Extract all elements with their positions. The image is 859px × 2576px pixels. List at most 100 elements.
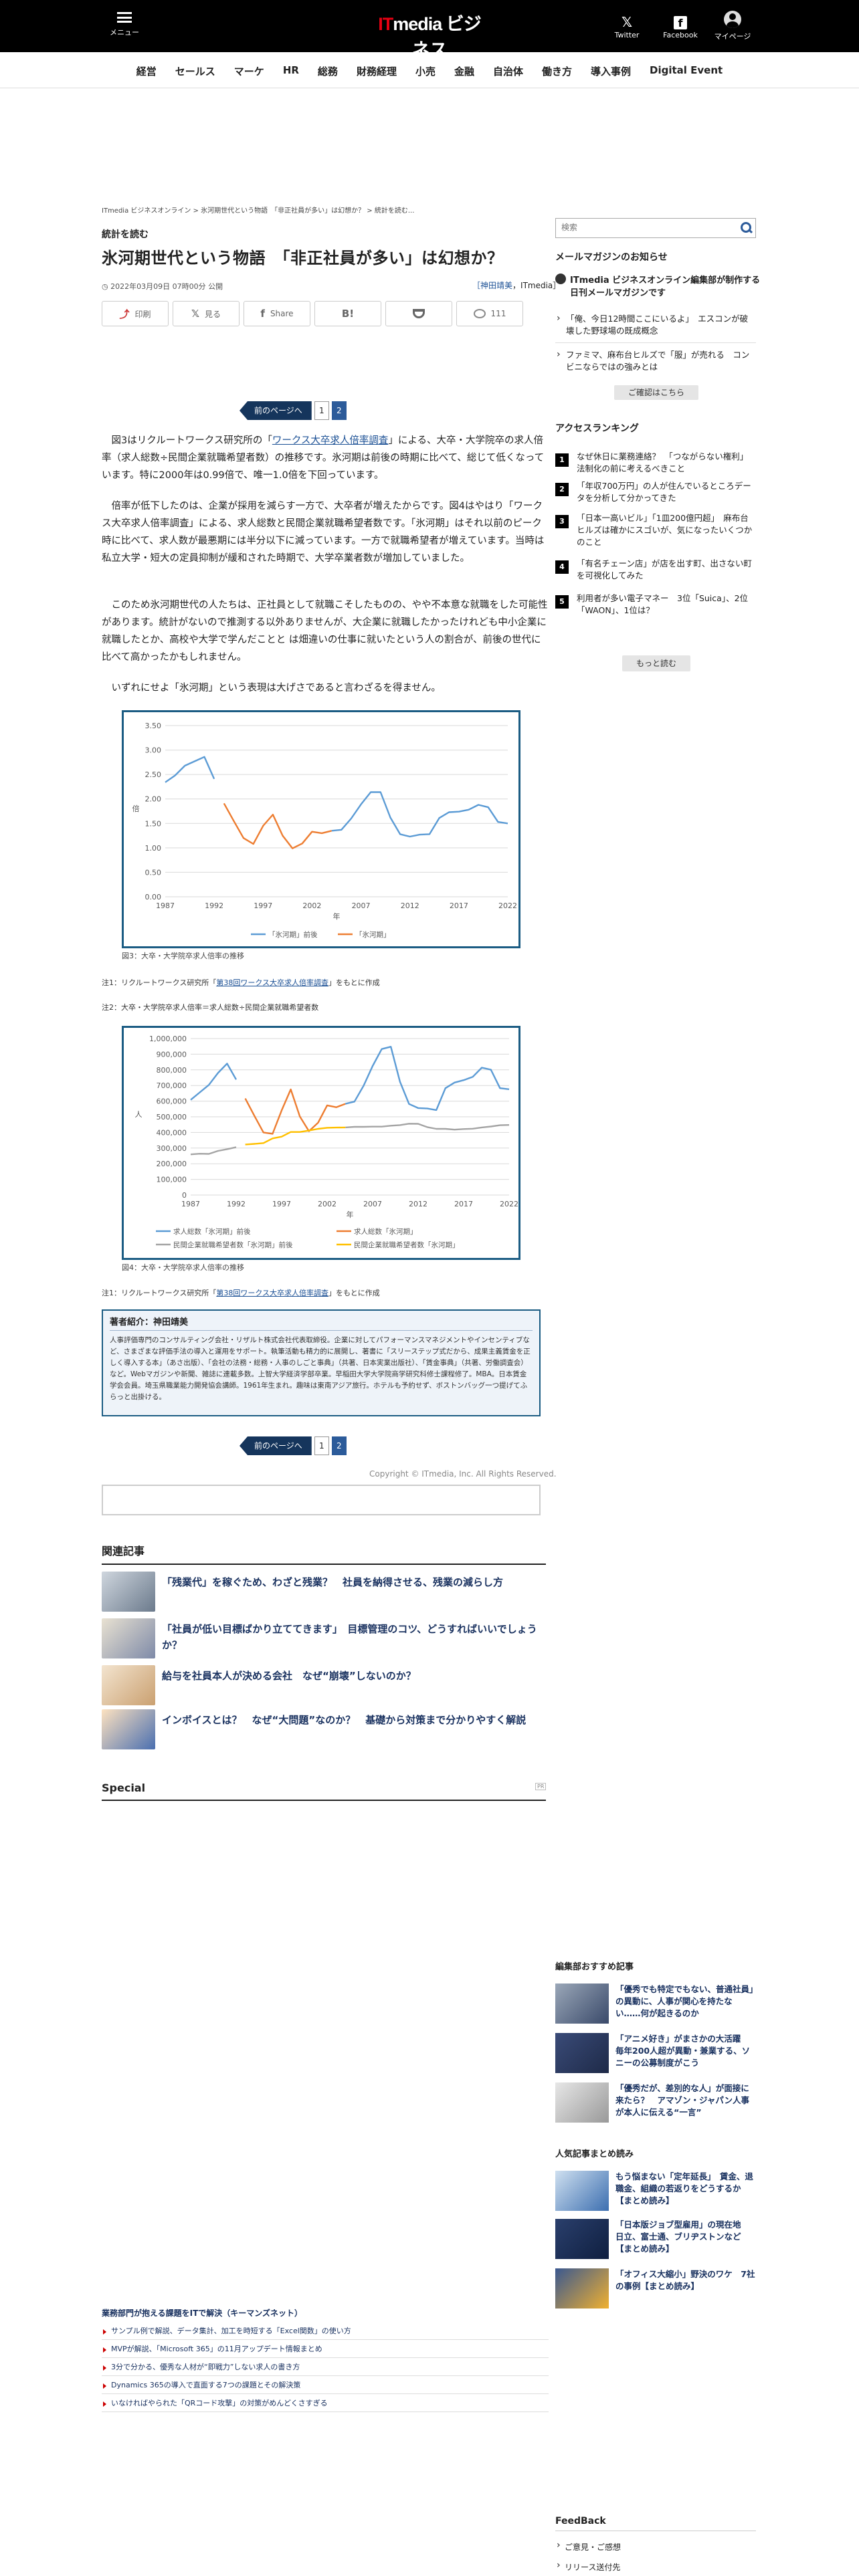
popular-thumbnail — [555, 2219, 609, 2259]
x-axis-label: 年 — [347, 1210, 354, 1219]
biz-item-3[interactable]: 3分で分かる、優秀な人材が“即戦力”しない求人の書き方 — [102, 2358, 549, 2376]
ranking-item-1[interactable]: 1 なぜ休日に業務連絡？ 「つながらない権利」法制化の前に考えるべきこと — [555, 451, 756, 481]
mail-logo-icon — [555, 274, 566, 284]
popular-item-3[interactable]: 「オフィス大縮小」野決のワケ 7社の事例【まとめ読み】 — [555, 2268, 756, 2310]
search-icon[interactable] — [741, 222, 751, 233]
hamburger-icon — [117, 12, 132, 23]
more-button[interactable]: もっと読む — [622, 655, 690, 671]
category-8[interactable]: 自治体 — [484, 64, 533, 78]
x-tick-label: 1997 — [254, 901, 272, 910]
pocket-icon — [413, 309, 425, 318]
category-4[interactable]: 総務 — [308, 64, 347, 78]
author-profile-body: 人事評価専門のコンサルティング会社・リザルト株式会社代表取締役。企業に対してパフ… — [110, 1336, 531, 1401]
related-article-3[interactable]: 給与を社員本人が決める会社 なぜ“崩壊”しないのか？ — [102, 1665, 546, 1707]
y-tick-label: 0 — [182, 1191, 187, 1200]
mail-confirm-button[interactable]: ご確認はこちら — [614, 385, 698, 400]
author-link[interactable]: ［神田靖美 — [472, 281, 512, 290]
series-line-3-0 — [245, 1126, 346, 1146]
x-tick-label: 2012 — [409, 1200, 427, 1208]
search-input[interactable] — [556, 219, 730, 236]
survey-link[interactable]: ワークス大卒求人倍率調査 — [272, 435, 389, 446]
editor-thumbnail — [555, 2033, 609, 2073]
biz-list: サンプル例で解説、データ集計、加工を時短する「Excel関数」の使い方 MVPが解… — [102, 2322, 549, 2412]
biz-item-4[interactable]: Dynamics 365の導入で直面する7つの課題とその解決策 — [102, 2376, 549, 2394]
mail-item-2[interactable]: ファミマ、麻布台ヒルズで「服」が売れる コンビニならではの強みとは — [555, 348, 756, 373]
tweet-button[interactable]: 𝕏 見る — [173, 301, 240, 326]
breadcrumb[interactable]: ITmedia ビジネスオンライン > 氷河期世代という物語 「非正社員が多い」… — [102, 205, 414, 215]
feedback-link-opinion[interactable]: ご意見・ご感想 — [555, 2540, 621, 2553]
editor-pick-3[interactable]: 「優秀だが、差別的な人」が面接に来たら？ アマゾン・ジャパン人事が本人に伝える“… — [555, 2082, 756, 2124]
figure-4: 0 100,000 200,000 300,000 400,000 500,000 600,… — [122, 1026, 520, 1260]
category-0[interactable]: 経営 — [127, 64, 166, 78]
print-button[interactable]: ⤴ 印刷 — [102, 301, 169, 326]
y-tick-label: 400,000 — [157, 1128, 187, 1137]
ranking-item-2[interactable]: 2 「年収700万円」の人が住んでいるところデータを分析して分かってきた — [555, 480, 756, 511]
ranking-title: 「年収700万円」の人が住んでいるところデータを分析して分かってきた — [577, 481, 751, 503]
popular-thumbnail — [555, 2268, 609, 2309]
ranking-item-5[interactable]: 5 利用者が多い電子マネー 3位「Suica」、2位「WAON」、1位は？ — [555, 593, 756, 623]
category-11[interactable]: Digital Event — [640, 64, 732, 78]
related-article-1[interactable]: 「残業代」を稼ぐため、わざと残業？ 社員を納得させる、残業の減らし方 — [102, 1572, 546, 1613]
note-3-link[interactable]: 第38回ワークス大卒求人倍率調査 — [216, 1289, 328, 1297]
ad-slot[interactable] — [102, 1485, 541, 1515]
figure-3: 0.00 0.50 1.00 1.50 2.00 2.50 3.00 3.50 1987 1992… — [122, 710, 520, 948]
popular-item-1[interactable]: もう悩まない「定年延長」 賃金、退職金、組織の若返りをどうするか【まとめ読み】 — [555, 2171, 756, 2212]
paragraph-1: 図3はリクルートワークス研究所の「ワークス大卒求人倍率調査」による、大卒・大学院… — [102, 432, 549, 484]
article-series[interactable]: 統計を読む — [102, 227, 149, 241]
mail-title[interactable]: ITmedia ビジネスオンライン編集部が制作する日刊メールマガジンです — [570, 274, 761, 300]
twitter-link[interactable]: 𝕏 Twitter — [603, 13, 650, 39]
biz-item-1[interactable]: サンプル例で解説、データ集計、加工を時短する「Excel関数」の使い方 — [102, 2322, 549, 2340]
related-article-4[interactable]: インボイスとは？ なぜ“大問題”なのか？ 基礎から対策まで分かりやすく解説 — [102, 1709, 546, 1751]
category-nav: 経営 セールス マーケ HR 総務 財務経理 小売 金融 自治体 働き方 導入事例 Digital E… — [0, 52, 859, 88]
prev-page-button[interactable]: 前のページへ — [240, 401, 312, 420]
editor-pick-1[interactable]: 「優秀でも特定でもない、普通社員」の異動に、人事が関心を持たない……何が起きるの… — [555, 1983, 756, 2025]
popular-item-2[interactable]: 「日本版ジョブ型雇用」の現在地 日立、富士通、ブリヂストンなど【まとめ読み】 — [555, 2219, 756, 2260]
ranking-item-3[interactable]: 3 「日本一高いビル」「1皿200億円超」 麻布台ヒルズは確かにスゴいが、気になっ… — [555, 512, 756, 547]
category-5[interactable]: 財務経理 — [347, 64, 406, 78]
byline: ［神田靖美，ITmedia］ — [472, 280, 561, 291]
prev-page-button[interactable]: 前のページへ — [240, 1436, 312, 1455]
pocket-button[interactable] — [385, 301, 452, 326]
related-title: 給与を社員本人が決める会社 なぜ“崩壊”しないのか？ — [162, 1670, 416, 1682]
page-1-link[interactable]: 1 — [314, 401, 329, 420]
category-6[interactable]: 小売 — [406, 64, 445, 78]
category-3[interactable]: HR — [274, 64, 308, 78]
note-1-a: 注1：リクルートワークス研究所「 — [102, 978, 217, 987]
pr-badge: PR — [535, 1783, 547, 1790]
y-tick-label: 700,000 — [157, 1081, 187, 1090]
series-line-0-1 — [345, 1046, 510, 1111]
p1-text-a: 図3はリクルートワークス研究所の「 — [111, 435, 272, 446]
x-tick-label: 2017 — [450, 901, 468, 910]
y-tick-label: 2.00 — [145, 795, 162, 804]
editor-pick-2[interactable]: 「アニメ好き」がまさかの大活躍 毎年200人超が異動・兼業する、ソニーの公募制度… — [555, 2033, 756, 2074]
menu-button[interactable]: メニュー — [107, 12, 142, 37]
editor-heading: 編集部おすすめ記事 — [555, 1962, 634, 1972]
category-1[interactable]: セールス — [166, 64, 225, 78]
related-article-2[interactable]: 「社員が低い目標ばかり立ててきます」 目標管理のコツ、どうすればいいでしょうか？ — [102, 1618, 546, 1660]
author-profile-heading: 著者紹介：神田靖美 — [110, 1315, 533, 1331]
note-1-link[interactable]: 第38回ワークス大卒求人倍率調査 — [216, 978, 328, 987]
ranking-number: 4 — [555, 560, 569, 574]
category-7[interactable]: 金融 — [445, 64, 484, 78]
feedback-link-release[interactable]: リリース送付先 — [555, 2560, 620, 2573]
x-tick-label: 1987 — [181, 1200, 200, 1208]
paragraph-4: いずれにせよ「氷河期」という表現は大げさであると言わざるを得ません。 — [111, 683, 441, 693]
popular-title: 「オフィス大縮小」野決のワケ 7社の事例【まとめ読み】 — [615, 2269, 755, 2291]
y-tick-label: 0.00 — [145, 893, 162, 901]
x-axis-label: 年 — [333, 911, 341, 921]
category-10[interactable]: 導入事例 — [581, 64, 640, 78]
biz-item-2[interactable]: MVPが解説、「Microsoft 365」の11月アップデート情報まとめ — [102, 2340, 549, 2358]
facebook-share-button[interactable]: f Share — [244, 301, 310, 326]
mypage-link[interactable]: マイページ — [709, 11, 756, 41]
popular-title: もう悩まない「定年延長」 賃金、退職金、組織の若返りをどうするか【まとめ読み】 — [615, 2171, 753, 2206]
mail-item-1[interactable]: 「俺、今日12時間ここにいるよ」 エスコンが破壊した野球場の既成概念 — [555, 312, 756, 337]
ranking-item-4[interactable]: 4 「有名チェーン店」が店を出す町、出さない町を可視化してみた — [555, 558, 756, 588]
category-9[interactable]: 働き方 — [533, 64, 581, 78]
comment-button[interactable]: 111 — [456, 301, 523, 326]
facebook-link[interactable]: f Facebook — [657, 13, 704, 39]
biz-item-5[interactable]: いなければやられた「QRコード攻撃」の対策がめんどくさすぎる — [102, 2394, 549, 2412]
category-2[interactable]: マーケ — [225, 64, 274, 78]
hatena-button[interactable]: B! — [314, 301, 381, 326]
page-1-link[interactable]: 1 — [314, 1436, 329, 1455]
note-1: 注1：リクルートワークス研究所「第38回ワークス大卒求人倍率調査」をもとに作成 — [102, 977, 380, 988]
